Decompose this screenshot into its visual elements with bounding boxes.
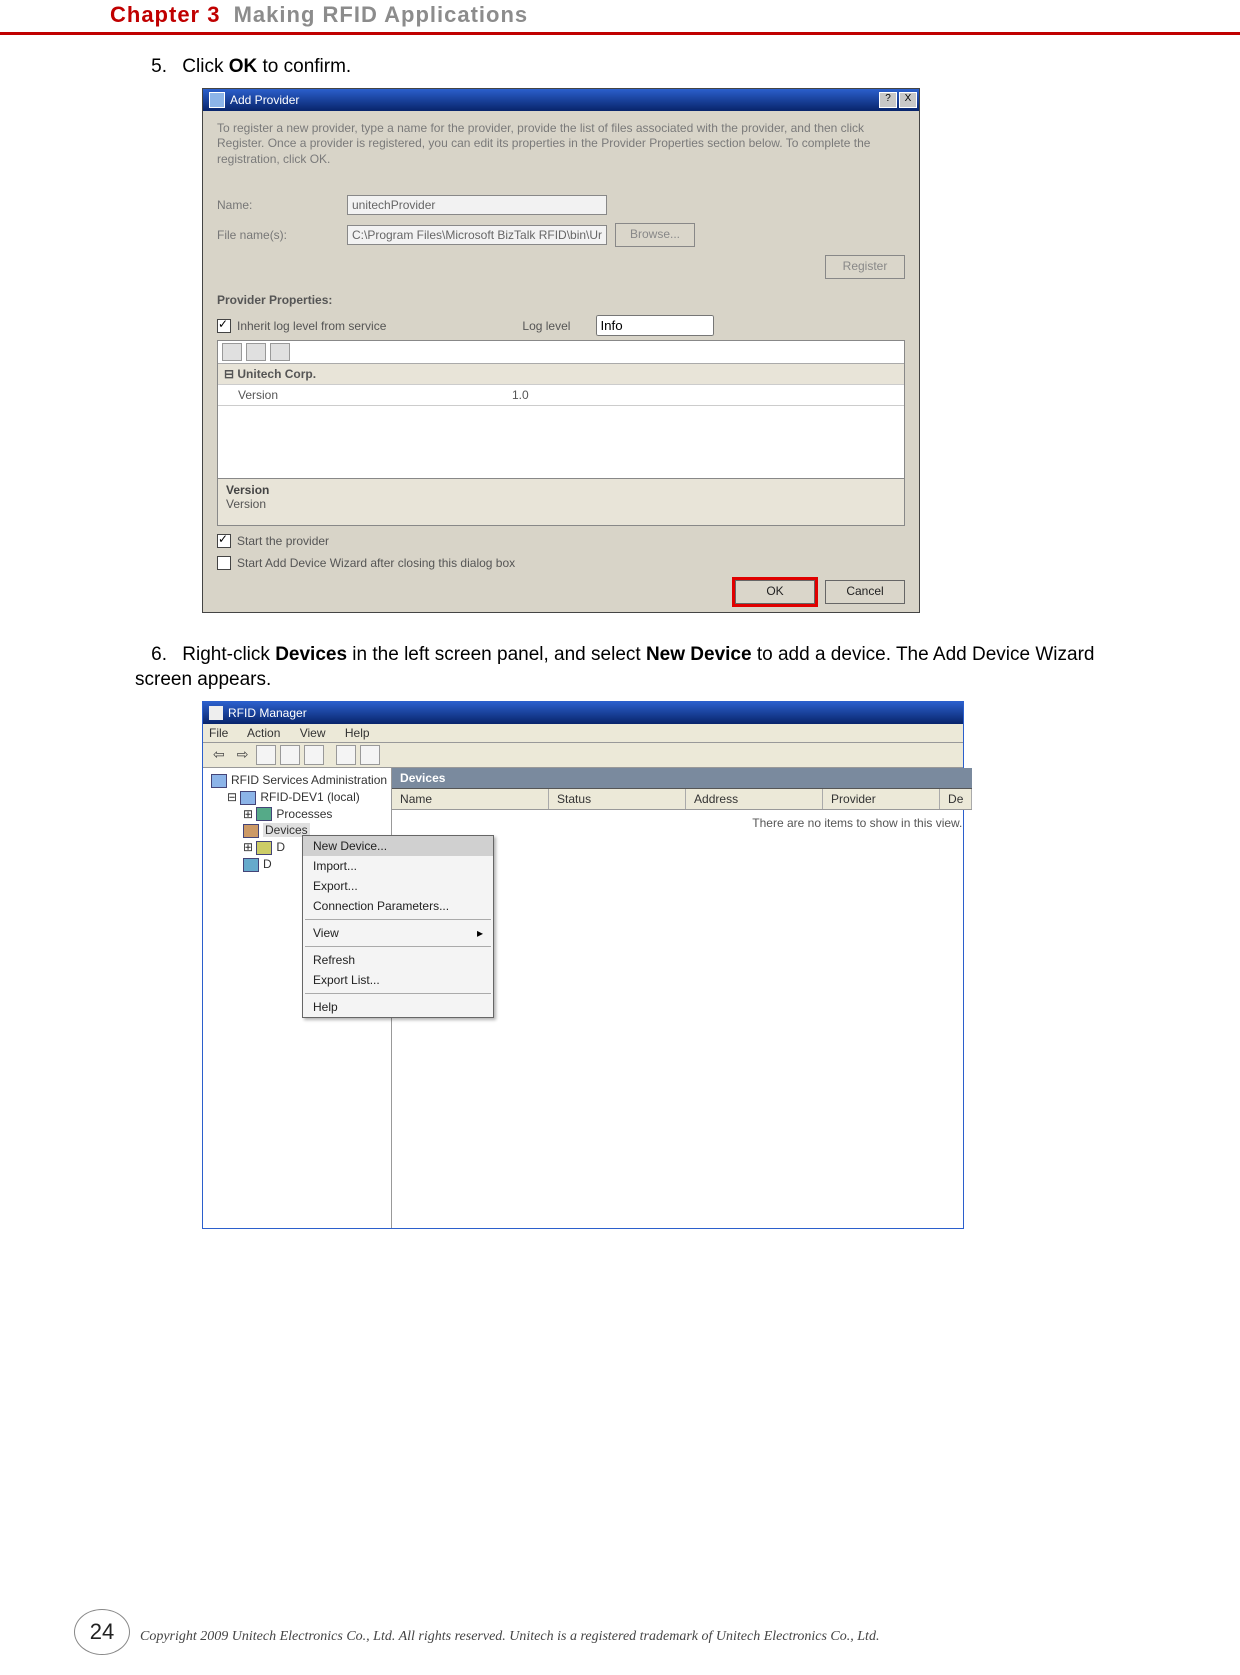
app-icon <box>209 706 223 720</box>
menu-view[interactable]: View <box>300 726 326 740</box>
inherit-row: Inherit log level from service Log level <box>217 315 905 336</box>
help-button[interactable]: ? <box>879 92 897 108</box>
col-address[interactable]: Address <box>686 789 823 809</box>
menu-connection-params[interactable]: Connection Parameters... <box>303 896 493 916</box>
toolbar-btn-icon[interactable] <box>280 745 300 765</box>
window-titlebar: RFID Manager <box>203 702 963 724</box>
menu-export[interactable]: Export... <box>303 876 493 896</box>
props-label: Provider Properties: <box>217 293 905 307</box>
copyright: Copyright 2009 Unitech Electronics Co., … <box>140 1629 1140 1645</box>
panel-header: Devices <box>392 768 972 789</box>
ok-button[interactable]: OK <box>735 580 815 604</box>
step-num: 6. <box>135 643 167 668</box>
toolbar-btn-icon[interactable] <box>336 745 356 765</box>
chapter-label: Chapter 3 <box>110 2 220 27</box>
process-icon <box>256 807 272 821</box>
page-number: 24 <box>74 1609 130 1655</box>
column-headers: Name Status Address Provider De <box>392 789 972 810</box>
menu-bar: File Action View Help <box>203 724 963 743</box>
grid-cell-label: Version <box>218 385 508 405</box>
dialog-description: To register a new provider, type a name … <box>217 121 905 168</box>
tree-root[interactable]: RFID Services Administration <box>207 772 387 789</box>
col-status[interactable]: Status <box>549 789 686 809</box>
menu-import[interactable]: Import... <box>303 856 493 876</box>
file-label: File name(s): <box>217 228 347 242</box>
grid-btn-icon[interactable] <box>270 343 290 361</box>
devices-icon <box>243 824 259 838</box>
toolbar-btn-icon[interactable] <box>256 745 276 765</box>
name-input[interactable] <box>347 195 607 215</box>
dialog-titlebar: Add Provider ? X <box>203 89 919 111</box>
figure-add-provider: Add Provider ? X To register a new provi… <box>202 88 1130 614</box>
grid-group: ⊟ Unitech Corp. <box>218 364 904 385</box>
col-provider[interactable]: Provider <box>823 789 940 809</box>
file-input[interactable] <box>347 225 607 245</box>
start-provider-label: Start the provider <box>237 534 329 548</box>
menu-help[interactable]: Help <box>345 726 370 740</box>
menu-refresh[interactable]: Refresh <box>303 950 493 970</box>
page-header: Chapter 3 Making RFID Applications <box>110 2 528 28</box>
menu-action[interactable]: Action <box>247 726 280 740</box>
start-wizard-checkbox[interactable] <box>217 556 231 570</box>
menu-separator <box>305 919 491 920</box>
browse-button[interactable]: Browse... <box>615 223 695 247</box>
grid-description: Version Version <box>218 478 904 525</box>
step-text: Right-click Devices in the left screen p… <box>135 644 1094 690</box>
step-num: 5. <box>135 55 167 80</box>
toolbar-btn-icon[interactable] <box>360 745 380 765</box>
grid-toolbar <box>218 341 904 364</box>
add-provider-dialog: Add Provider ? X To register a new provi… <box>202 88 920 614</box>
figure-rfid-manager: RFID Manager File Action View Help ⇦ ⇨ <box>202 701 1130 1229</box>
col-d[interactable]: De <box>940 789 972 809</box>
register-button[interactable]: Register <box>825 255 905 279</box>
menu-help[interactable]: Help <box>303 997 493 1017</box>
step-text: Click OK to confirm. <box>182 56 351 77</box>
toolbar: ⇦ ⇨ <box>203 743 963 768</box>
folder-icon <box>243 858 259 872</box>
sort-alpha-icon[interactable] <box>246 343 266 361</box>
content: 5. Click OK to confirm. Add Provider ? X… <box>110 55 1130 1229</box>
menu-view[interactable]: View▸ <box>303 923 493 943</box>
close-button[interactable]: X <box>899 92 917 108</box>
grid-cell-value: 1.0 <box>508 385 904 405</box>
dialog-title: Add Provider <box>230 89 299 111</box>
loglevel-label: Log level <box>522 319 570 333</box>
forward-icon[interactable]: ⇨ <box>237 746 249 763</box>
col-name[interactable]: Name <box>392 789 549 809</box>
tree-server[interactable]: ⊟ RFID-DEV1 (local) <box>223 789 387 806</box>
cancel-button[interactable]: Cancel <box>825 580 905 604</box>
sort-categorized-icon[interactable] <box>222 343 242 361</box>
header-rule <box>0 32 1240 35</box>
inherit-label: Inherit log level from service <box>237 319 386 333</box>
inherit-checkbox[interactable] <box>217 319 231 333</box>
menu-export-list[interactable]: Export List... <box>303 970 493 990</box>
name-row: Name: <box>217 195 905 215</box>
menu-new-device[interactable]: New Device... <box>303 836 493 856</box>
empty-message: There are no items to show in this view. <box>392 810 972 836</box>
menu-separator <box>305 946 491 947</box>
start-provider-checkbox[interactable] <box>217 534 231 548</box>
tree-processes[interactable]: ⊞ Processes <box>239 806 387 823</box>
context-menu: New Device... Import... Export... Connec… <box>302 835 494 1018</box>
folder-icon <box>256 841 272 855</box>
menu-file[interactable]: File <box>209 726 228 740</box>
loglevel-select[interactable] <box>596 315 714 336</box>
chapter-title: Making RFID Applications <box>234 2 529 27</box>
back-icon[interactable]: ⇦ <box>213 746 225 763</box>
toolbar-btn-icon[interactable] <box>304 745 324 765</box>
grid-row-version[interactable]: Version 1.0 <box>218 385 904 406</box>
chevron-right-icon: ▸ <box>477 926 483 940</box>
menu-separator <box>305 993 491 994</box>
step-6: 6. Right-click Devices in the left scree… <box>135 643 1130 692</box>
window-title: RFID Manager <box>228 702 307 724</box>
start-wizard-label: Start Add Device Wizard after closing th… <box>237 556 515 570</box>
file-row: File name(s): Browse... <box>217 223 905 247</box>
name-label: Name: <box>217 198 347 212</box>
console-icon <box>211 774 227 788</box>
property-grid: ⊟ Unitech Corp. Version 1.0 Version Vers… <box>217 340 905 526</box>
app-icon <box>209 92 225 108</box>
server-icon <box>240 791 256 805</box>
step-5: 5. Click OK to confirm. <box>135 55 1130 80</box>
